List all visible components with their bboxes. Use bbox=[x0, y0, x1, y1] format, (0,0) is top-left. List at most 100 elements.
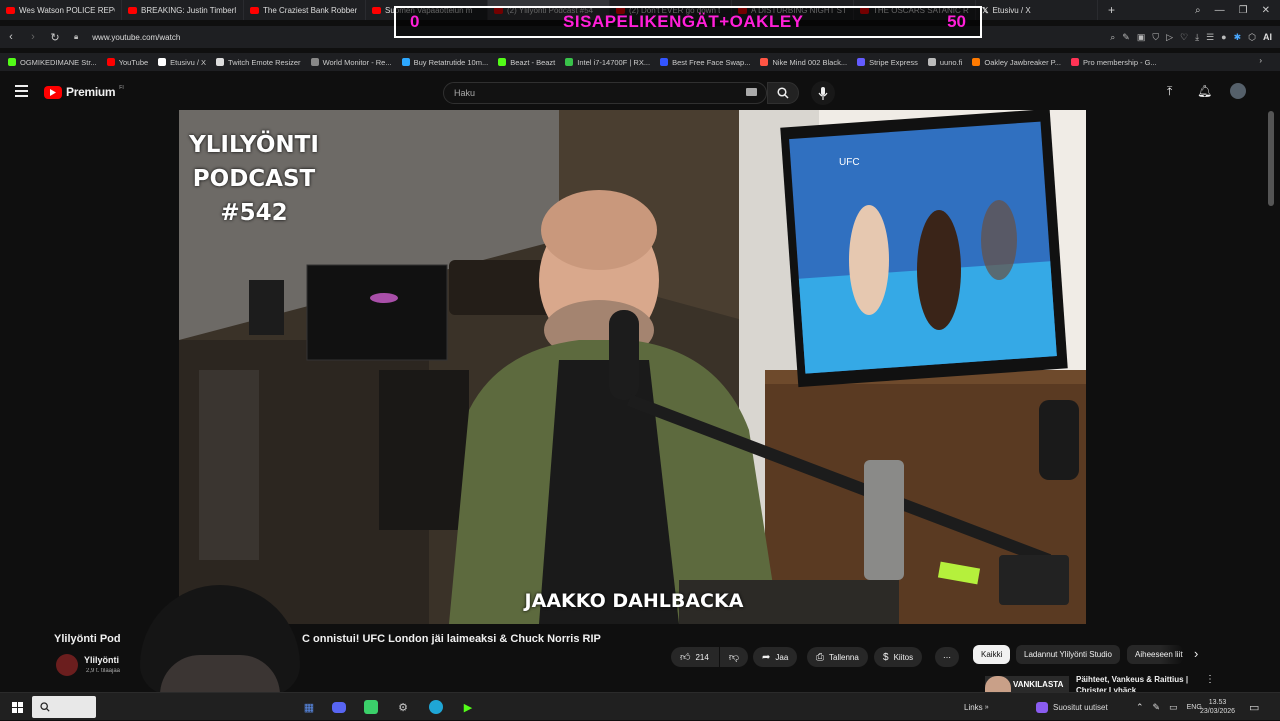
goal-target-count: 50 bbox=[947, 12, 966, 31]
youtube-icon bbox=[250, 6, 259, 14]
clock[interactable]: 13.53 23/03/2026 bbox=[1200, 693, 1235, 721]
stream-goal-overlay: 0 SISAPELIKENGÄT+OAKLEY 50 bbox=[394, 6, 982, 38]
premium-logo-text: Premium bbox=[66, 85, 116, 99]
download-icon[interactable]: ⤓ bbox=[1195, 32, 1199, 43]
taskbar-search[interactable] bbox=[32, 696, 96, 718]
search-input[interactable]: Haku bbox=[443, 82, 767, 104]
browser-tab[interactable]: Wes Watson POLICE REPO bbox=[0, 0, 122, 20]
bookmark-favicon-icon bbox=[8, 58, 16, 66]
new-tab-button[interactable]: + bbox=[1108, 3, 1115, 17]
clock-time: 13.53 bbox=[1208, 699, 1227, 706]
maximize-icon[interactable]: ❐ bbox=[1239, 5, 1248, 16]
screenshot-icon[interactable]: ▣ bbox=[1137, 32, 1146, 43]
bookmark-favicon-icon bbox=[106, 58, 115, 66]
like-button[interactable]: 👍︎ 214 bbox=[671, 647, 719, 667]
discord-icon[interactable] bbox=[330, 698, 348, 716]
bookmark-item[interactable]: Intel i7-14700F | RX... bbox=[565, 58, 650, 67]
recommended-more-icon[interactable]: ⋮ bbox=[1205, 674, 1215, 685]
page-scrollbar[interactable] bbox=[1268, 111, 1274, 206]
network-icon[interactable]: ▭ bbox=[1169, 702, 1178, 713]
chip-uploaded-by[interactable]: Ladannut Ylilyönti Studio bbox=[1016, 645, 1120, 664]
bookmark-label: Pro membership - G... bbox=[1082, 57, 1157, 67]
bookmark-item[interactable]: Best Free Face Swap... bbox=[660, 58, 750, 67]
video-player[interactable]: UFC YLILYÖNTI PODCAST #542 JAAKKO DAHLBA… bbox=[179, 110, 1086, 624]
chip-related[interactable]: Aiheeseen liittyvää bbox=[1127, 645, 1183, 664]
bookmark-label: uuno.fi bbox=[939, 57, 963, 67]
windows-start-icon[interactable] bbox=[8, 698, 26, 716]
keyboard-icon[interactable] bbox=[746, 88, 757, 96]
bookmark-label: Intel i7-14700F | RX... bbox=[577, 57, 651, 67]
chips-next-icon[interactable]: › bbox=[1194, 646, 1198, 661]
news-widget[interactable]: Suositut uutiset bbox=[1036, 693, 1108, 721]
bookmark-label: Twitch Emote Resizer bbox=[228, 57, 301, 67]
hamburger-menu-icon[interactable] bbox=[15, 85, 28, 97]
reload-icon[interactable]: ↻ bbox=[44, 31, 66, 44]
browser-tab-label: BREAKING: Justin Timberl bbox=[141, 5, 237, 15]
links-toolbar[interactable]: Links» bbox=[964, 693, 989, 721]
extension-icon[interactable]: ✱ bbox=[1234, 32, 1242, 43]
bookmark-item[interactable]: World Monitor - Re... bbox=[310, 58, 392, 67]
more-actions-button[interactable]: ⋯ bbox=[935, 647, 959, 667]
pen-icon[interactable]: ✎ bbox=[1153, 702, 1161, 713]
bookmark-item[interactable]: YouTube bbox=[106, 58, 148, 67]
chip-all[interactable]: Kaikki bbox=[973, 645, 1011, 664]
bookmark-item[interactable]: OGMIKEDIMANE Str... bbox=[8, 58, 97, 67]
edit-icon[interactable]: ✎ bbox=[1122, 32, 1130, 43]
bookmark-item[interactable]: uuno.fi bbox=[927, 57, 963, 67]
cube-icon[interactable]: ⬡ bbox=[1248, 32, 1256, 43]
play-icon[interactable]: ▷ bbox=[1166, 32, 1173, 43]
forward-icon[interactable]: › bbox=[22, 31, 44, 43]
browser-tab[interactable]: The Craziest Bank Robber bbox=[244, 0, 366, 20]
heart-icon[interactable]: ♡ bbox=[1180, 32, 1188, 43]
avatar[interactable] bbox=[1230, 83, 1246, 99]
podcast-title-line-1: YLILYÖNTI bbox=[189, 132, 319, 158]
podcast-title-line-2: PODCAST bbox=[192, 166, 316, 192]
bookmark-item[interactable]: Pro membership - G... bbox=[1070, 57, 1157, 67]
goal-current-count: 0 bbox=[410, 12, 420, 31]
voice-search-button[interactable] bbox=[811, 81, 835, 105]
recommended-thumbnail[interactable]: VANKILASTA bbox=[985, 676, 1069, 692]
zoom-icon[interactable]: ⌕ bbox=[1110, 32, 1115, 43]
bookmark-item[interactable]: Beazt - Beazt bbox=[498, 58, 555, 67]
bookmark-item[interactable]: Twitch Emote Resizer bbox=[216, 58, 301, 67]
dislike-button[interactable]: 👎︎ bbox=[720, 647, 748, 667]
share-button[interactable]: ➦ Jaa bbox=[753, 647, 798, 667]
notification-center-icon[interactable]: ▭ bbox=[1249, 693, 1259, 721]
bookmark-item[interactable]: Buy Retatrutide 10m... bbox=[401, 58, 488, 67]
search-tabs-icon[interactable]: ⌕ bbox=[1195, 5, 1201, 16]
taskbar-app-icon[interactable]: ▦ bbox=[300, 698, 318, 716]
show-hidden-icons-icon[interactable]: ⌃ bbox=[1136, 702, 1144, 713]
save-button[interactable]: ⎙ Tallenna bbox=[807, 647, 868, 667]
bookmark-item[interactable]: Nike Mind 002 Black... bbox=[760, 58, 847, 67]
thanks-button[interactable]: $ Kiitos bbox=[874, 647, 923, 667]
channel-name[interactable]: Ylilyönti bbox=[84, 655, 119, 665]
profile-icon[interactable]: ● bbox=[1221, 32, 1226, 42]
notifications-bell-icon[interactable]: 🔔︎ bbox=[1197, 84, 1212, 98]
bookmarks-more-icon[interactable]: › bbox=[1259, 56, 1262, 65]
menu-icon[interactable]: ☰ bbox=[1206, 32, 1214, 43]
upload-icon[interactable]: ⤒ bbox=[1167, 84, 1172, 99]
browser-tab[interactable]: 𝕏 Etusivu / X bbox=[976, 0, 1098, 20]
channel-avatar[interactable] bbox=[56, 654, 78, 676]
recommended-title[interactable]: Päihteet, Vankeus & Raittius | Christer … bbox=[1076, 674, 1196, 692]
bookmark-item[interactable]: Stripe Express bbox=[857, 58, 918, 67]
ai-button[interactable]: AI bbox=[1263, 32, 1272, 42]
minimize-icon[interactable]: — bbox=[1215, 5, 1225, 16]
close-window-icon[interactable]: ✕ bbox=[1262, 5, 1270, 16]
bookmark-item[interactable]: Oakley Jawbreaker P... bbox=[972, 58, 1061, 67]
youtube-premium-logo[interactable]: Premium FI bbox=[44, 85, 124, 99]
bookmark-label: OGMIKEDIMANE Str... bbox=[20, 57, 97, 67]
browser-tab-label: The Craziest Bank Robber bbox=[263, 5, 358, 15]
edge-icon[interactable] bbox=[427, 698, 445, 716]
search-button[interactable] bbox=[767, 82, 799, 104]
browser-tab[interactable]: BREAKING: Justin Timberl bbox=[122, 0, 244, 20]
back-icon[interactable]: ‹ bbox=[0, 31, 22, 43]
bookmark-item[interactable]: Etusivu / X bbox=[158, 58, 206, 67]
chat-app-icon[interactable] bbox=[362, 698, 380, 716]
url-field[interactable]: www.youtube.com/watch bbox=[92, 33, 180, 42]
kick-app-icon[interactable]: ▶ bbox=[459, 698, 477, 716]
shield-icon[interactable]: ⛉ bbox=[1152, 32, 1159, 43]
bookmark-favicon-icon bbox=[401, 58, 410, 66]
tools-app-icon[interactable]: ⚙ bbox=[394, 698, 412, 716]
guest-name-lower-third: JAAKKO DAHLBACKA bbox=[524, 590, 744, 612]
